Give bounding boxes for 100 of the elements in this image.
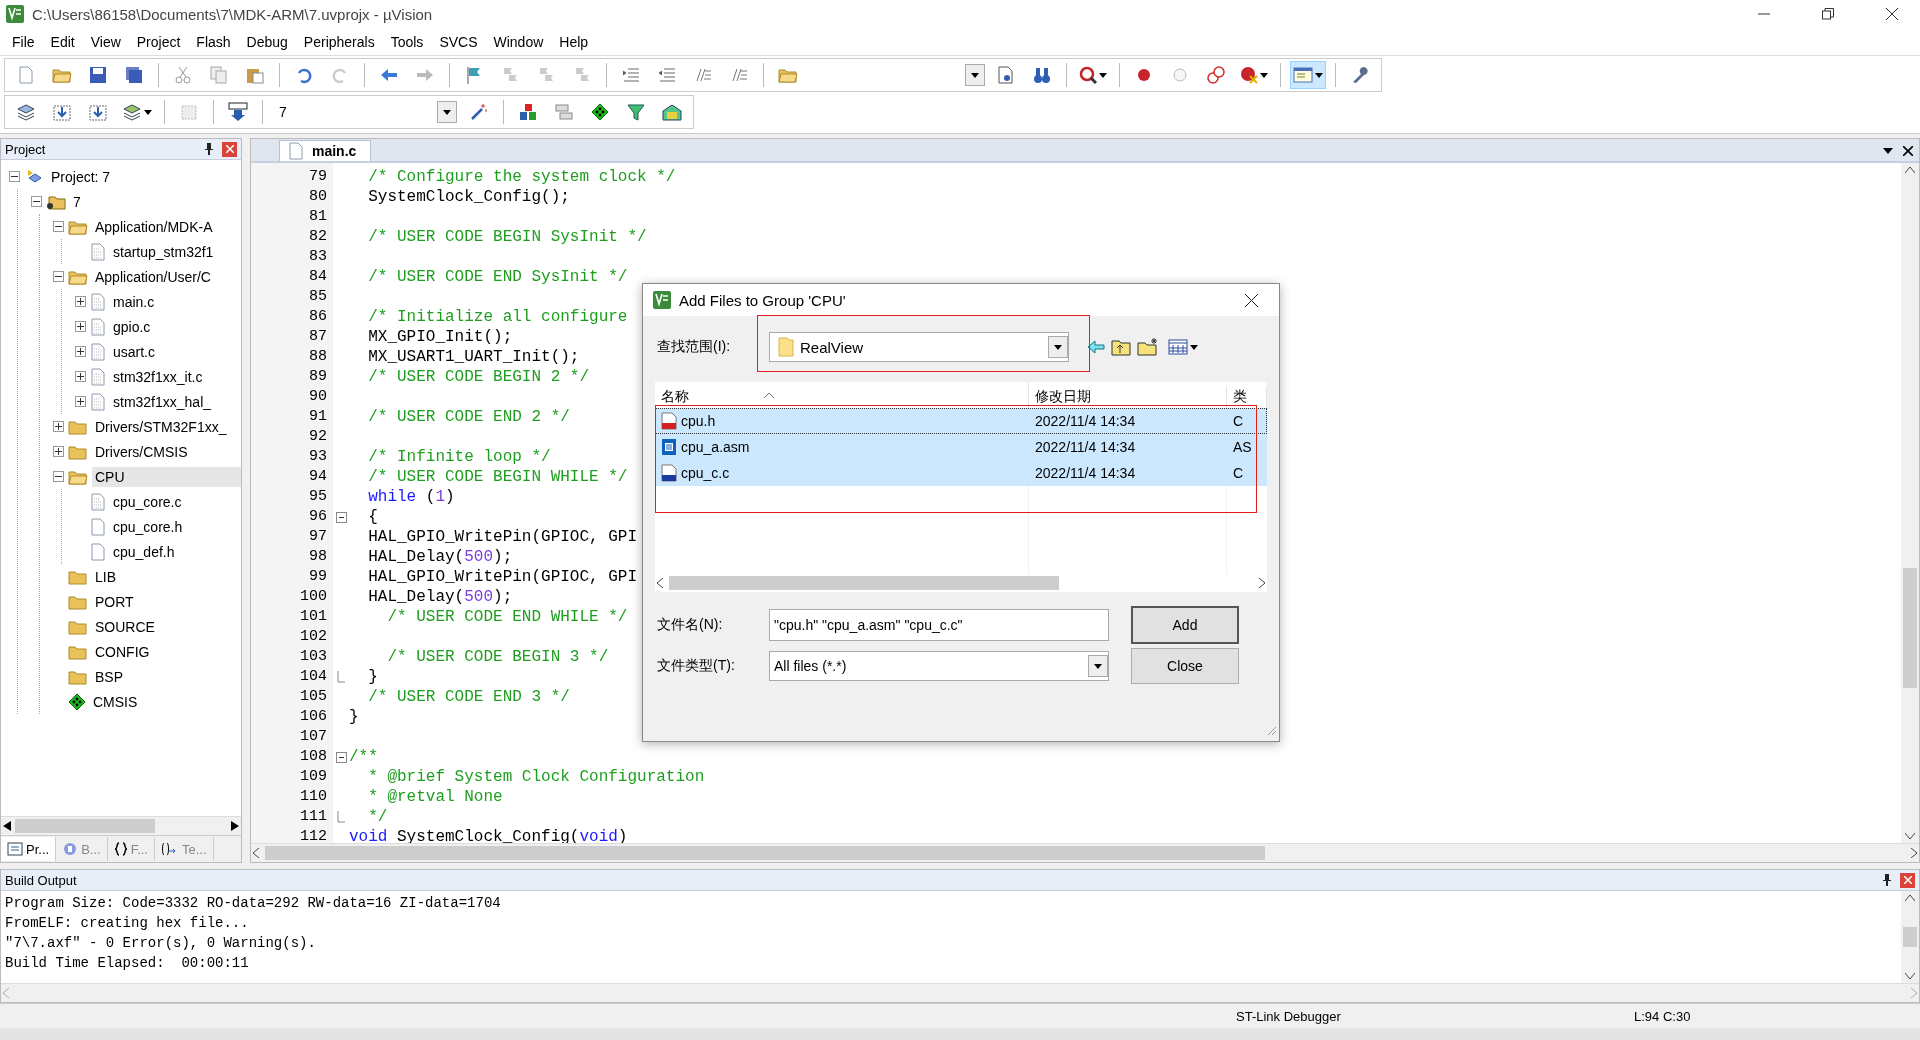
target-select[interactable]: 7 — [272, 100, 458, 124]
file-row[interactable]: cpu_a.asm 2022/11/4 14:34 AS — [655, 434, 1267, 460]
expand-toggle[interactable] — [31, 196, 42, 207]
back-icon[interactable] — [380, 66, 398, 84]
diamond-icon[interactable] — [591, 103, 609, 121]
layers-icon[interactable] — [555, 103, 573, 121]
expand-toggle[interactable] — [75, 371, 86, 382]
wrench-icon[interactable] — [1351, 66, 1369, 84]
pack-installer-icon[interactable] — [662, 103, 682, 121]
tab-list-icon[interactable] — [1883, 148, 1893, 154]
menu-item[interactable]: SVCS — [431, 30, 486, 53]
tree-item[interactable]: BSP — [92, 666, 126, 687]
panel-close-button[interactable] — [1900, 872, 1915, 888]
funnel-icon[interactable] — [627, 103, 645, 121]
find-in-files-icon[interactable] — [997, 66, 1015, 84]
dropdown-button[interactable] — [965, 64, 985, 86]
undo-icon[interactable] — [295, 66, 313, 84]
tree-item[interactable]: Drivers/STM32F1xx_ — [92, 416, 230, 437]
vertical-scrollbar[interactable] — [1901, 891, 1919, 983]
tree-item[interactable]: CMSIS — [90, 691, 141, 712]
tree-item[interactable]: Application/User/C — [92, 266, 214, 287]
manage-components-icon[interactable] — [519, 103, 537, 121]
horizontal-scrollbar[interactable] — [251, 843, 1919, 862]
file-row[interactable]: cpu_c.c 2022/11/4 14:34 C — [655, 460, 1267, 486]
menu-item[interactable]: Edit — [42, 30, 83, 53]
batch-build-icon[interactable] — [122, 103, 142, 121]
add-button[interactable]: Add — [1131, 606, 1239, 644]
menu-item[interactable]: Debug — [238, 30, 296, 53]
menu-item[interactable]: View — [82, 30, 129, 53]
double-circle-icon[interactable] — [1207, 66, 1225, 84]
tree-item[interactable]: CPU — [92, 466, 241, 487]
expand-toggle[interactable] — [75, 346, 86, 357]
debug-magnifier-icon[interactable] — [1079, 66, 1097, 84]
pin-icon[interactable] — [204, 143, 214, 155]
menu-item[interactable]: Window — [485, 30, 552, 53]
menu-item[interactable]: File — [4, 30, 43, 53]
horizontal-scrollbar[interactable] — [655, 574, 1267, 592]
back-arrow-icon[interactable] — [1087, 340, 1105, 354]
file-name-field[interactable]: "cpu.h" "cpu_a.asm" "cpu_c.c" — [769, 609, 1109, 641]
comment-icon[interactable] — [694, 66, 712, 84]
translate-icon[interactable] — [16, 103, 36, 121]
outdent-icon[interactable] — [658, 66, 676, 84]
tree-item[interactable]: stm32f1xx_hal_ — [110, 391, 215, 412]
expand-toggle[interactable] — [75, 321, 86, 332]
tree-item[interactable]: cpu_core.c — [110, 491, 185, 512]
breakpoint-icon[interactable] — [1135, 66, 1153, 84]
menu-item[interactable]: Tools — [382, 30, 432, 53]
rebuild-icon[interactable] — [89, 103, 107, 121]
fold-icon[interactable] — [335, 511, 347, 523]
tree-item[interactable]: usart.c — [110, 341, 158, 362]
window-button[interactable] — [1290, 61, 1326, 89]
panel-tab[interactable]: Pr... — [1, 837, 57, 861]
fold-icon[interactable] — [335, 751, 347, 763]
expand-toggle[interactable] — [75, 396, 86, 407]
horizontal-scrollbar[interactable] — [1, 983, 1919, 1002]
tree-item[interactable]: cpu_def.h — [110, 541, 178, 562]
column-header[interactable]: 名称 — [655, 388, 689, 408]
tree-item[interactable]: stm32f1xx_it.c — [110, 366, 206, 387]
cut-icon[interactable] — [174, 66, 192, 84]
tree-item[interactable]: Application/MDK-A — [92, 216, 216, 237]
scroll-thumb[interactable] — [1903, 927, 1917, 947]
binoculars-icon[interactable] — [1033, 66, 1051, 84]
flag-icon[interactable] — [465, 66, 483, 84]
expand-toggle[interactable] — [53, 471, 64, 482]
tree-item[interactable]: main.c — [110, 291, 158, 312]
paste-icon[interactable] — [246, 66, 264, 84]
horizontal-scrollbar[interactable] — [1, 816, 241, 835]
indent-icon[interactable] — [622, 66, 640, 84]
tree-item[interactable]: Drivers/CMSIS — [92, 441, 191, 462]
menu-item[interactable]: Flash — [188, 30, 239, 53]
uncomment-icon[interactable] — [730, 66, 748, 84]
pin-icon[interactable] — [1882, 874, 1892, 886]
tree-item[interactable]: LIB — [92, 566, 119, 587]
menu-item[interactable]: Help — [551, 30, 597, 53]
menu-item[interactable]: Peripherals — [295, 30, 383, 53]
close-dialog-button[interactable]: Close — [1131, 648, 1239, 684]
file-row[interactable]: cpu.h 2022/11/4 14:34 C — [655, 408, 1267, 434]
save-icon[interactable] — [89, 66, 107, 84]
tree-item[interactable]: CONFIG — [92, 641, 153, 662]
expand-toggle[interactable] — [75, 296, 86, 307]
expand-toggle[interactable] — [53, 271, 64, 282]
tree-item[interactable]: startup_stm32f1 — [110, 241, 217, 262]
tree-item[interactable]: cpu_core.h — [110, 516, 186, 537]
vertical-scrollbar[interactable] — [1901, 163, 1919, 843]
close-icon[interactable] — [1903, 146, 1913, 156]
expand-toggle[interactable] — [53, 421, 64, 432]
file-type-select[interactable]: All files (*.*) — [769, 651, 1109, 681]
new-folder-icon[interactable] — [1137, 338, 1159, 356]
tree-item[interactable]: SOURCE — [92, 616, 158, 637]
expand-toggle[interactable] — [53, 221, 64, 232]
look-in-select[interactable]: RealView — [769, 332, 1069, 362]
up-folder-icon[interactable] — [1111, 338, 1131, 356]
expand-toggle[interactable] — [9, 171, 20, 182]
build-icon[interactable] — [53, 103, 71, 121]
menu-item[interactable]: Project — [128, 30, 189, 53]
tree-item[interactable]: Project: 7 — [48, 166, 114, 187]
window-icon[interactable] — [1293, 66, 1313, 84]
file-tab[interactable]: main.c — [279, 140, 372, 161]
save-all-icon[interactable] — [125, 66, 143, 84]
tree-item[interactable]: PORT — [92, 591, 137, 612]
